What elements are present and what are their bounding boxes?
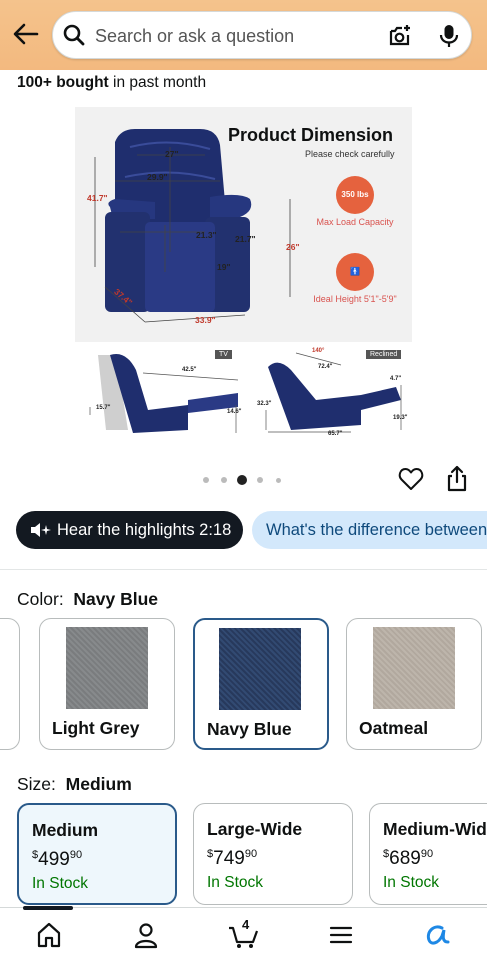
active-tab-indicator	[23, 906, 73, 910]
color-option-oatmeal[interactable]: Oatmeal	[346, 618, 482, 750]
hear-highlights-label: Hear the highlights 2:18	[57, 520, 232, 539]
stock-status: In Stock	[207, 874, 263, 891]
section-divider	[0, 569, 487, 570]
color-option-partial[interactable]	[0, 618, 20, 750]
dimension-subtitle: Please check carefully	[305, 149, 395, 159]
color-option-light-grey[interactable]: Light Grey	[39, 618, 175, 750]
dimension-title: Product Dimension	[228, 125, 394, 145]
dim-label: 41.7"	[87, 193, 108, 203]
bottom-navigation	[0, 906, 487, 960]
carousel-dot-active[interactable]	[237, 475, 247, 485]
size-option-price: $68990	[383, 848, 434, 869]
size-option-price: $74990	[207, 848, 258, 869]
dim-label: 4.7"	[390, 376, 402, 382]
thumbnail-tv-position[interactable]: TV 42.5" 15.7" 14.6"	[88, 345, 242, 437]
dim-label: 15.7"	[96, 405, 111, 411]
color-option-navy-blue[interactable]: Navy Blue	[193, 618, 329, 750]
carousel-dot[interactable]	[203, 477, 209, 483]
ideal-height-label: Ideal Height 5'1"-5'9"	[313, 294, 397, 304]
dim-label: 33.9"	[195, 315, 216, 325]
carousel-dot[interactable]	[276, 477, 281, 483]
color-option-name: Light Grey	[52, 718, 140, 738]
speaker-sparkle-icon	[31, 523, 51, 537]
dim-label: 21.7"	[235, 234, 256, 244]
color-swatch	[373, 627, 455, 709]
dim-label: 140°	[312, 348, 325, 354]
share-icon[interactable]	[445, 465, 469, 493]
dim-label: 29.9"	[147, 172, 168, 182]
dim-label: 32.3"	[257, 401, 272, 407]
tv-tag: TV	[215, 350, 232, 359]
size-option-name: Medium-Wide	[383, 819, 487, 839]
cart-count-badge: 4	[242, 917, 250, 932]
color-swatch	[66, 627, 148, 709]
menu-icon[interactable]	[326, 920, 356, 950]
dim-label: 19"	[217, 262, 231, 272]
search-bar[interactable]: Search or ask a question	[52, 11, 472, 59]
microphone-icon[interactable]	[437, 23, 461, 49]
home-icon[interactable]	[34, 920, 64, 950]
dim-label: 72.4"	[318, 364, 333, 370]
account-icon[interactable]	[131, 920, 161, 950]
rufus-assistant-icon[interactable]	[422, 920, 452, 950]
camera-search-icon[interactable]	[387, 23, 413, 49]
dim-label: 27"	[165, 149, 179, 159]
bought-count: 100+ bought in past month	[17, 74, 207, 91]
search-icon	[63, 24, 85, 46]
top-bar: Search or ask a question	[0, 0, 487, 70]
color-option-name: Navy Blue	[207, 719, 292, 739]
size-option-name: Medium	[32, 820, 99, 840]
dim-label: 14.6"	[227, 409, 242, 415]
max-load-label: Max Load Capacity	[316, 217, 394, 227]
stock-status: In Stock	[32, 875, 88, 892]
person-height-icon: 🚹	[336, 253, 374, 291]
dim-label: 42.5"	[182, 367, 197, 373]
dim-label: 19.3"	[393, 415, 408, 421]
size-option-large-wide[interactable]: Large-Wide $74990 In Stock	[193, 803, 353, 905]
ask-question-chip[interactable]: What's the difference between	[252, 511, 487, 549]
stock-status: In Stock	[383, 874, 439, 891]
color-option-name: Oatmeal	[359, 718, 429, 738]
weight-icon: 350 lbs	[336, 176, 374, 214]
thumbnail-reclined-position[interactable]: Reclined 140° 72.4" 4.7" 32.3" 19.3" 65.…	[256, 345, 408, 437]
size-selection-label: Size: Medium	[17, 774, 132, 794]
back-arrow-icon[interactable]	[12, 20, 40, 48]
dim-label: 26"	[286, 242, 300, 252]
search-placeholder: Search or ask a question	[95, 26, 295, 46]
color-selection-label: Color: Navy Blue	[17, 589, 159, 609]
dim-label: 65.7"	[328, 431, 343, 437]
hear-highlights-button[interactable]: Hear the highlights 2:18	[16, 511, 243, 549]
carousel-dot[interactable]	[257, 477, 263, 483]
size-option-medium-wide[interactable]: Medium-Wide $68990 In Stock	[369, 803, 487, 905]
product-main-image[interactable]: Product Dimension Please check carefully…	[75, 107, 412, 342]
dim-label: 21.3"	[196, 230, 217, 240]
color-swatch	[219, 628, 301, 710]
size-option-price: $49990	[32, 849, 83, 870]
reclined-tag: Reclined	[366, 350, 402, 359]
size-option-medium[interactable]: Medium $49990 In Stock	[17, 803, 177, 905]
size-option-name: Large-Wide	[207, 819, 303, 839]
carousel-dot[interactable]	[221, 477, 227, 483]
heart-icon[interactable]	[398, 466, 424, 492]
